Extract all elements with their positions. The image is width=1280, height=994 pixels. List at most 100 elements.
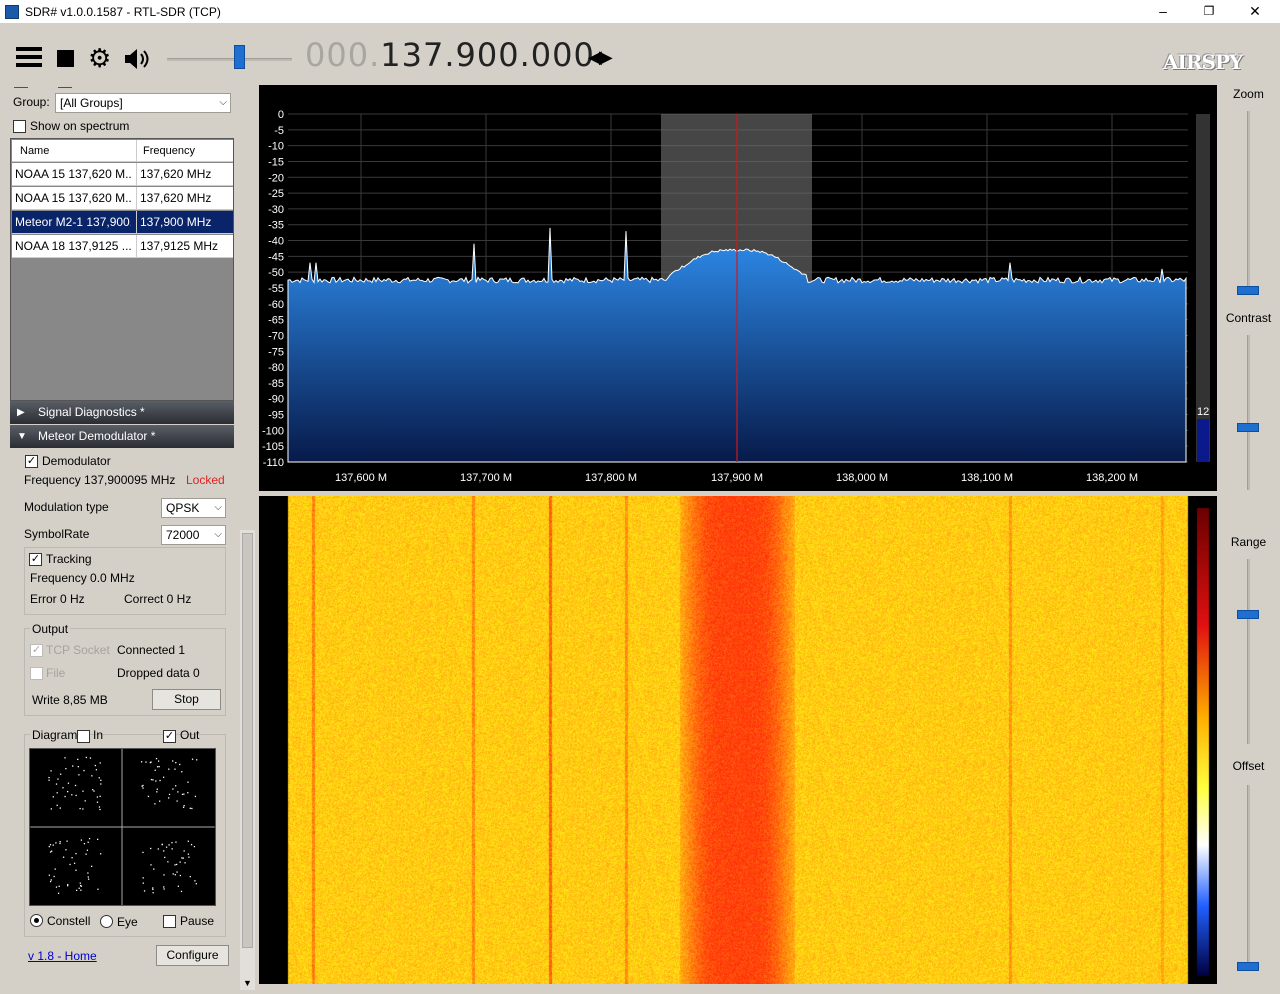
constellation-point (87, 878, 90, 880)
list-item[interactable]: NOAA 15 137,620 M... 137,620 MHz (12, 163, 233, 186)
show-on-spectrum-checkbox[interactable] (13, 120, 26, 133)
maximize-button[interactable]: ❐ (1186, 0, 1232, 23)
constellation-point (56, 804, 58, 806)
modulation-type-select[interactable]: QPSK ⌵ (161, 498, 226, 518)
write-size: Write 8,85 MB (32, 693, 108, 707)
constellation-point (92, 789, 94, 791)
list-item[interactable]: NOAA 18 137,9125 ... 137,9125 MHz (12, 235, 233, 258)
tracking-checkbox[interactable]: ✓ (29, 553, 42, 566)
diagram-out-checkbox[interactable]: ✓ (163, 730, 176, 743)
scroll-down-icon[interactable]: ▼ (243, 978, 252, 988)
y-tick-label: -65 (268, 315, 284, 327)
constellation-point (95, 769, 98, 771)
close-button[interactable]: ✕ (1232, 0, 1278, 23)
y-tick-label: -60 (268, 299, 284, 311)
constellation-point (163, 874, 165, 876)
y-tick-label: -5 (274, 125, 284, 137)
frequency-list-header: Name Frequency (12, 140, 233, 162)
speaker-icon[interactable] (123, 48, 151, 70)
constellation-point (67, 885, 69, 887)
constellation-point (80, 889, 82, 891)
constellation-point (182, 857, 184, 859)
constellation-point (174, 768, 176, 770)
tracking-error: Error 0 Hz (30, 592, 85, 606)
constellation-point (163, 850, 165, 852)
home-link[interactable]: v 1.8 - Home (28, 949, 97, 963)
y-tick-label: -30 (268, 204, 284, 216)
frequency-list[interactable]: Name Frequency NOAA 15 137,620 M... 137,6… (10, 138, 234, 401)
constellation-point (159, 779, 161, 782)
offset-slider-track[interactable] (1247, 785, 1250, 970)
constellation-point (181, 857, 183, 859)
constellation-point (58, 885, 60, 887)
constellation-point (97, 838, 99, 841)
tune-arrows-icon[interactable]: ◀▶ (588, 47, 613, 68)
minimize-button[interactable]: – (1140, 0, 1186, 23)
constellation-point (85, 756, 87, 759)
diagram-in-label: In (93, 728, 104, 742)
constellation-point (57, 778, 59, 780)
constellation-point (49, 880, 52, 883)
volume-slider-track[interactable] (167, 58, 292, 61)
constellation-point (53, 875, 55, 878)
constellation-point (187, 781, 189, 783)
constellation-point (187, 792, 189, 794)
offset-slider-thumb[interactable] (1237, 962, 1259, 971)
contrast-slider-track[interactable] (1247, 335, 1250, 490)
pause-checkbox[interactable] (163, 915, 176, 928)
constellation-point (183, 804, 185, 807)
stop-icon[interactable] (57, 50, 74, 67)
menu-icon[interactable] (16, 47, 42, 67)
group-select[interactable]: [All Groups] ⌵ (55, 93, 231, 113)
contrast-slider-thumb[interactable] (1237, 423, 1259, 432)
x-tick-label: 137,600 M (335, 472, 387, 484)
frequency-display[interactable]: 000.137.900.000 (305, 36, 595, 74)
column-name[interactable]: Name (20, 145, 136, 157)
constellation-point (176, 800, 178, 802)
right-panel: Zoom Contrast Range Offset (1217, 85, 1280, 994)
constellation-point (77, 765, 79, 768)
list-item-selected[interactable]: Meteor M2-1 137,900... 137,900 MHz (12, 211, 233, 234)
stop-button[interactable]: Stop (152, 689, 221, 710)
constellation-point (152, 887, 154, 889)
constell-radio[interactable] (30, 914, 43, 927)
diagram-in-checkbox[interactable] (77, 730, 90, 743)
constellation-point (48, 874, 51, 876)
constellation-point (147, 795, 150, 798)
constellation-point (57, 892, 60, 894)
y-tick-label: -70 (268, 330, 284, 342)
constellation-point (191, 807, 193, 810)
constellation-point (163, 886, 165, 888)
y-tick-label: -45 (268, 251, 284, 263)
constellation-point (96, 801, 99, 803)
list-item[interactable]: NOAA 15 137,620 M... 137,620 MHz (12, 187, 233, 210)
column-frequency[interactable]: Frequency (136, 140, 195, 162)
contrast-label: Contrast (1225, 311, 1272, 325)
constellation-point (60, 773, 62, 775)
y-tick-label: -75 (268, 346, 284, 358)
meteor-demodulator-header[interactable]: ▼ Meteor Demodulator * (10, 425, 234, 448)
constellation-point (156, 788, 158, 790)
scrollbar-thumb[interactable] (242, 533, 253, 948)
left-panel-scrollbar[interactable]: ▼ (240, 530, 255, 990)
symbolrate-select[interactable]: 72000 ⌵ (161, 525, 226, 545)
gear-icon[interactable]: ⚙ (88, 45, 111, 71)
configure-button[interactable]: Configure (156, 945, 229, 966)
demodulator-checkbox[interactable]: ✓ (25, 455, 38, 468)
zoom-slider-thumb[interactable] (1237, 286, 1259, 295)
constellation-point (152, 779, 154, 781)
constellation-point (99, 795, 101, 797)
constellation-point (171, 842, 173, 844)
spectrum-analyzer[interactable]: 0 -5 -10 -15 -20 -25 -30 -35 -40 -45 -50 -55 -60 -65 -… (259, 85, 1217, 491)
waterfall-display[interactable] (259, 496, 1217, 984)
constellation-point (159, 800, 161, 802)
eye-radio[interactable] (100, 915, 113, 928)
signal-diagnostics-header[interactable]: ▶ Signal Diagnostics * (10, 401, 234, 424)
volume-slider-thumb[interactable] (234, 45, 245, 69)
range-slider-track[interactable] (1247, 559, 1250, 744)
range-slider-thumb[interactable] (1237, 610, 1259, 619)
y-tick-label: -10 (268, 141, 284, 153)
constellation-point (167, 861, 169, 863)
constellation-point (85, 853, 87, 855)
zoom-slider-track[interactable] (1247, 111, 1250, 291)
